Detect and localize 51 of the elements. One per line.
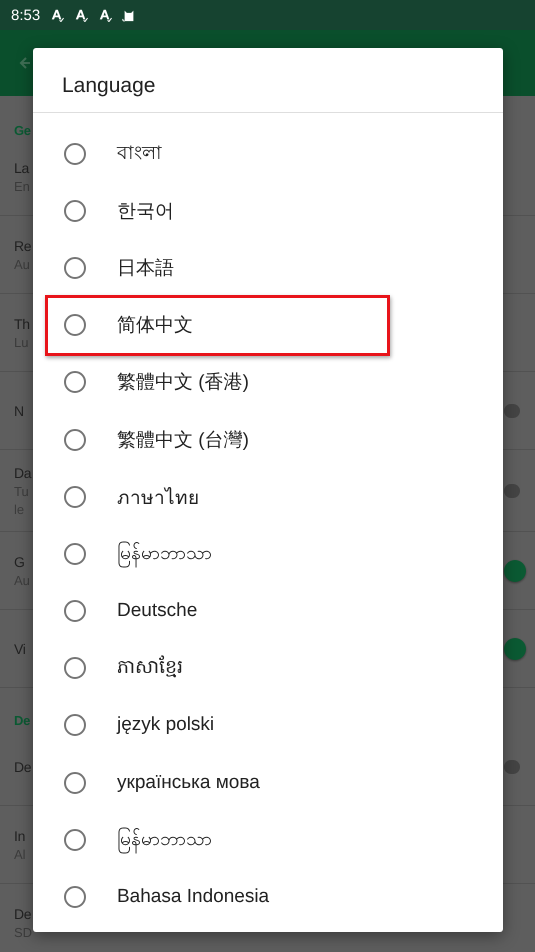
radio-button[interactable]	[64, 714, 86, 736]
language-option[interactable]: 繁體中文 (台灣)	[33, 410, 503, 468]
radio-button[interactable]	[64, 486, 86, 508]
language-option[interactable]: język polski	[33, 696, 503, 754]
language-option[interactable]: українська мова	[33, 754, 503, 812]
notification-icon	[98, 8, 112, 22]
section-header: Ge	[14, 123, 31, 138]
language-option[interactable]: বাংলা	[33, 125, 503, 182]
radio-button[interactable]	[64, 886, 86, 908]
section-header: De	[14, 713, 30, 728]
setting-title: De	[14, 758, 32, 774]
setting-title: La	[14, 160, 30, 176]
setting-title: Vi	[14, 640, 26, 656]
setting-title: De	[14, 906, 32, 922]
language-option[interactable]: မြန်မာဘာသာ	[33, 525, 503, 582]
radio-button[interactable]	[64, 828, 86, 851]
language-option[interactable]: 简体中文	[33, 296, 503, 354]
radio-button[interactable]	[64, 428, 86, 451]
toggle-switch[interactable]	[504, 404, 520, 418]
radio-button[interactable]	[64, 772, 86, 794]
radio-button[interactable]	[64, 657, 86, 680]
setting-title: Da	[14, 464, 32, 480]
radio-button[interactable]	[64, 314, 86, 336]
setting-title: G	[14, 554, 26, 570]
language-option[interactable]: Deutsche	[33, 582, 503, 640]
notification-icon	[50, 8, 64, 22]
setting-title: Th	[14, 316, 30, 332]
radio-button[interactable]	[64, 542, 86, 565]
toggle-switch[interactable]	[504, 560, 526, 582]
language-option[interactable]: 日本語	[33, 239, 503, 297]
toggle-switch[interactable]	[504, 484, 520, 498]
radio-button[interactable]	[64, 142, 86, 165]
language-option[interactable]: မြန်မာဘာသာ	[33, 811, 503, 868]
radio-button[interactable]	[64, 600, 86, 622]
status-time: 8:53	[11, 6, 40, 24]
language-option[interactable]: 繁體中文 (香港)	[33, 354, 503, 411]
radio-button[interactable]	[64, 256, 86, 279]
language-option[interactable]: 한국어	[33, 182, 503, 240]
setting-title: Re	[14, 238, 32, 254]
toggle-switch[interactable]	[504, 638, 526, 660]
dialog-title: Language	[33, 48, 503, 113]
radio-button[interactable]	[64, 371, 86, 394]
cat-icon	[122, 8, 136, 22]
setting-title: In	[14, 828, 26, 844]
notification-icon	[74, 8, 88, 22]
radio-button[interactable]	[64, 200, 86, 222]
language-option[interactable]: ภาษาไทย	[33, 468, 503, 526]
language-option[interactable]: Bahasa Indonesia	[33, 868, 503, 926]
toggle-switch[interactable]	[504, 760, 520, 774]
language-option[interactable]: ភាសាខ្មែរ	[33, 640, 503, 697]
setting-title: N	[14, 402, 24, 418]
